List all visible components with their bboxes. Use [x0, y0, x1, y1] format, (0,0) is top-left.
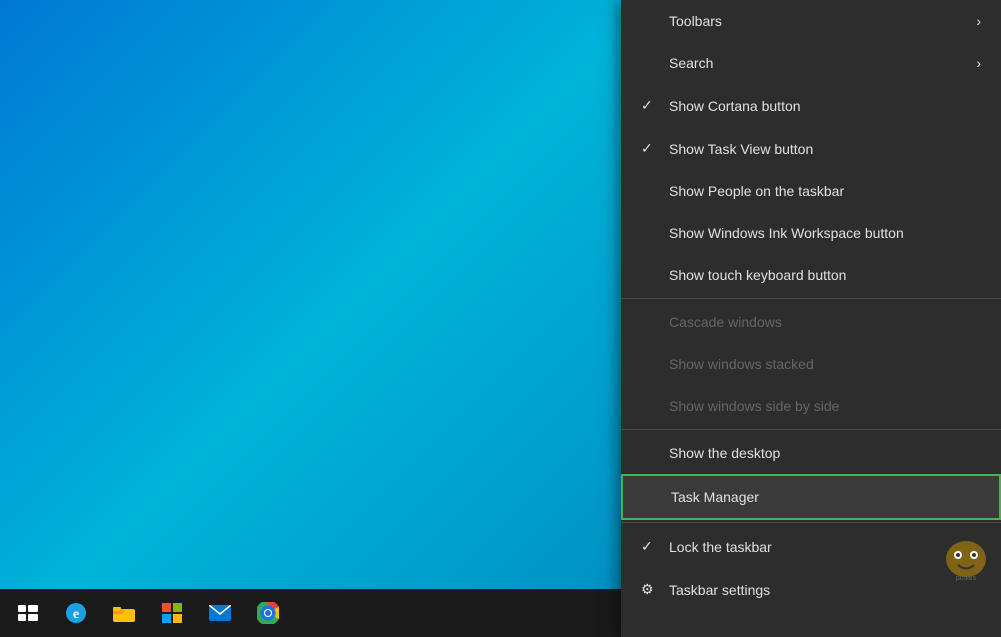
toolbars-checkmark [641, 13, 661, 29]
file-explorer-taskbar-icon[interactable] [102, 591, 146, 635]
edge-taskbar-icon[interactable]: e [54, 591, 98, 635]
touch-keyboard-checkmark [641, 267, 661, 283]
people-checkmark [641, 183, 661, 199]
task-manager-checkmark [643, 489, 663, 505]
menu-item-show-cortana[interactable]: ✓ Show Cortana button [621, 84, 1001, 127]
touch-keyboard-label: Show touch keyboard button [669, 267, 846, 283]
task-manager-label: Task Manager [671, 489, 759, 505]
task-view-button[interactable] [6, 591, 50, 635]
svg-text:e: e [73, 607, 79, 622]
menu-item-show-task-view[interactable]: ✓ Show Task View button [621, 127, 1001, 170]
menu-item-show-people[interactable]: Show People on the taskbar [621, 170, 1001, 212]
cortana-checkmark: ✓ [641, 97, 661, 114]
menu-item-stacked: Show windows stacked [621, 343, 1001, 385]
mail-taskbar-icon[interactable] [198, 591, 242, 635]
lock-taskbar-label: Lock the taskbar [669, 539, 772, 555]
menu-item-show-desktop[interactable]: Show the desktop [621, 432, 1001, 474]
show-desktop-label: Show the desktop [669, 445, 780, 461]
lock-taskbar-checkmark: ✓ [641, 538, 661, 555]
separator-2 [621, 429, 1001, 430]
taskbar-settings-label: Taskbar settings [669, 582, 770, 598]
stacked-checkmark [641, 356, 661, 372]
stacked-label: Show windows stacked [669, 356, 814, 372]
separator-3 [621, 522, 1001, 523]
menu-item-show-touch-keyboard[interactable]: Show touch keyboard button [621, 254, 1001, 296]
search-label: Search [669, 55, 713, 71]
side-by-side-checkmark [641, 398, 661, 414]
task-view-label: Show Task View button [669, 141, 813, 157]
menu-item-task-manager[interactable]: Task Manager [621, 474, 1001, 520]
cascade-checkmark [641, 314, 661, 330]
desktop-checkmark [641, 445, 661, 461]
people-label: Show People on the taskbar [669, 183, 844, 199]
watermark: pcuals [936, 537, 996, 582]
menu-item-toolbars[interactable]: Toolbars › [621, 0, 1001, 42]
menu-item-show-ink[interactable]: Show Windows Ink Workspace button [621, 212, 1001, 254]
cascade-label: Cascade windows [669, 314, 782, 330]
separator-1 [621, 298, 1001, 299]
store-taskbar-icon[interactable] [150, 591, 194, 635]
search-checkmark [641, 55, 661, 71]
side-by-side-label: Show windows side by side [669, 398, 839, 414]
ink-checkmark [641, 225, 661, 241]
task-view-checkmark: ✓ [641, 140, 661, 157]
menu-item-side-by-side: Show windows side by side [621, 385, 1001, 427]
gear-icon: ⚙ [641, 581, 661, 598]
menu-item-cascade: Cascade windows [621, 301, 1001, 343]
ink-label: Show Windows Ink Workspace button [669, 225, 904, 241]
chrome-taskbar-icon[interactable] [246, 591, 290, 635]
toolbars-label: Toolbars [669, 13, 722, 29]
search-arrow: › [976, 55, 981, 71]
toolbars-arrow: › [976, 13, 981, 29]
svg-text:pcuals: pcuals [956, 575, 977, 582]
menu-item-search[interactable]: Search › [621, 42, 1001, 84]
cortana-label: Show Cortana button [669, 98, 801, 114]
